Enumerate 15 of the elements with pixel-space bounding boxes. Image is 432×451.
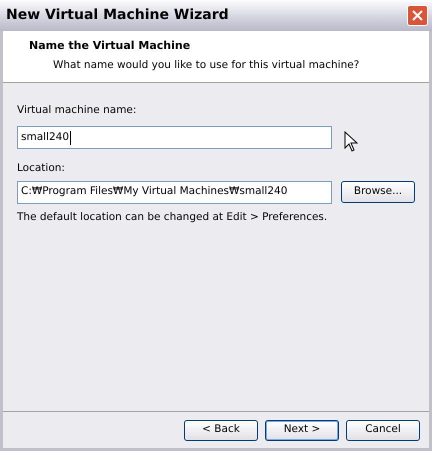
mouse-pointer-icon: [344, 130, 358, 153]
field-label: Virtual machine name:: [17, 103, 138, 118]
input-field[interactable]: small240: [17, 126, 332, 150]
close-button[interactable]: [407, 5, 428, 26]
wizard-button[interactable]: Next >: [265, 420, 339, 440]
close-icon: [412, 10, 423, 21]
wizard-button[interactable]: Cancel: [346, 420, 420, 440]
window-title: New Virtual Machine Wizard: [5, 6, 229, 25]
field-label: Location:: [17, 160, 66, 176]
wizard-button[interactable]: < Back: [184, 420, 258, 440]
input-field[interactable]: C:₩Program Files₩My Virtual Machines₩small240: [17, 180, 332, 204]
location-note: The default location can be changed at Edit > Preferences.: [17, 210, 328, 224]
header-subtitle: What name would you like to use for this virtual machine?: [52, 58, 360, 72]
browse-button[interactable]: Browse...: [341, 181, 415, 203]
header-title: Name the Virtual Machine: [29, 38, 192, 54]
